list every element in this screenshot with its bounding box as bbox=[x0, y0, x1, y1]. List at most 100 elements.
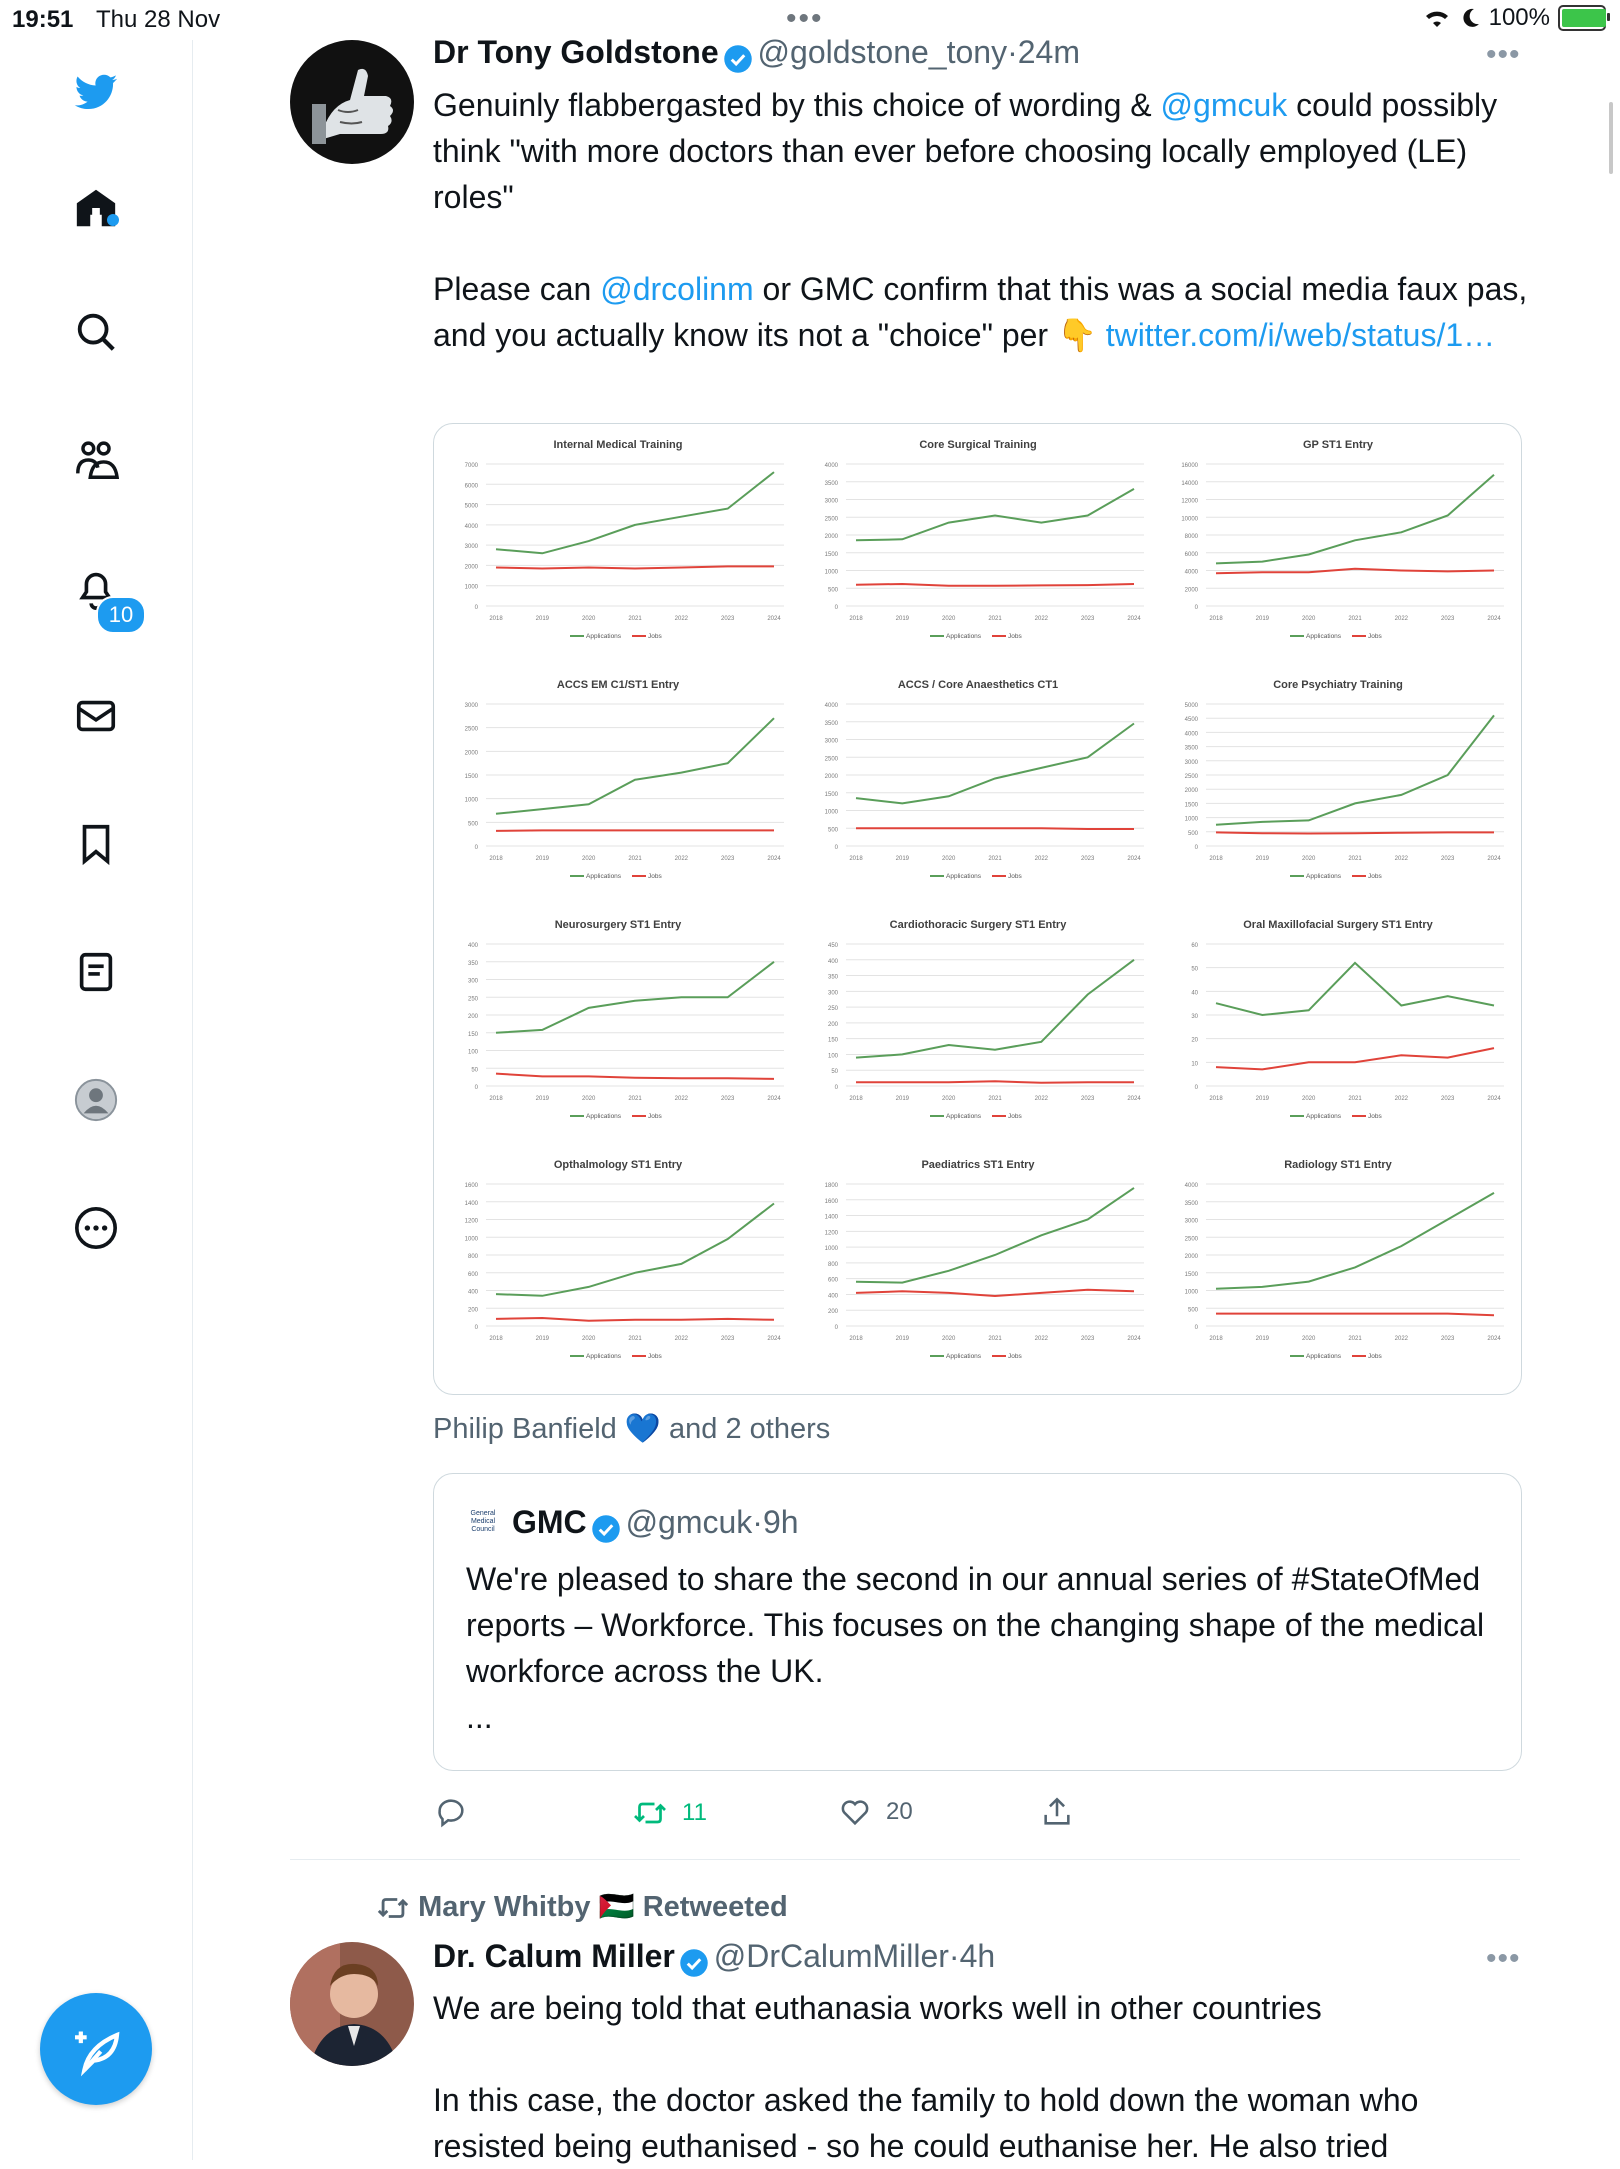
legend-label: Applications bbox=[1306, 873, 1342, 880]
chart-series-jobs bbox=[495, 1316, 775, 1322]
battery-percent: 100% bbox=[1488, 4, 1550, 31]
tweet2-author-handle[interactable]: @DrCalumMiller bbox=[714, 1938, 949, 1974]
tweet-link[interactable]: twitter.com/i/web/status/1… bbox=[1106, 317, 1495, 353]
chart-ytick-label: 200 bbox=[468, 1307, 479, 1313]
tweet-author-avatar[interactable] bbox=[290, 1942, 414, 2066]
chart-5: ACCS / Core Anaesthetics CT1 0 500 1000 1500… bbox=[825, 679, 1144, 880]
multitasking-dots-icon[interactable]: ••• bbox=[786, 2, 824, 36]
mention-drcolinm[interactable]: @drcolinm bbox=[600, 271, 753, 307]
chart-xtick-label: 2023 bbox=[1441, 856, 1455, 862]
chart-6: Core Psychiatry Training 0 500 1000 1500 2000… bbox=[1185, 679, 1504, 880]
chart-ytick-label: 3500 bbox=[825, 721, 839, 727]
chart-ytick-label: 3500 bbox=[825, 481, 839, 487]
messages-icon[interactable] bbox=[70, 690, 122, 742]
palestine-flag-emoji: 🇵🇸 bbox=[598, 1891, 635, 1923]
retweeter-name[interactable]: Mary Whitby bbox=[418, 1891, 590, 1923]
retweet-icon bbox=[377, 1898, 409, 1919]
quoted-tweet-header: GMC @gmcuk·9h bbox=[512, 1504, 799, 1544]
chart-xtick-label: 2023 bbox=[1441, 1096, 1455, 1102]
tweet-author-handle[interactable]: @goldstone_tony bbox=[758, 34, 1008, 70]
chart-xtick-label: 2022 bbox=[1395, 1096, 1409, 1102]
chart-ytick-label: 4000 bbox=[825, 463, 839, 469]
sidebar: 10 bbox=[0, 40, 193, 2160]
chart-ytick-label: 3500 bbox=[1185, 1201, 1199, 1207]
chart-ytick-label: 1400 bbox=[465, 1201, 479, 1207]
chart-xtick-label: 2019 bbox=[1256, 616, 1270, 622]
chart-xtick-label: 2023 bbox=[1441, 1336, 1455, 1342]
liked-by-others[interactable]: and 2 others bbox=[669, 1413, 830, 1445]
chart-xtick-label: 2021 bbox=[988, 616, 1002, 622]
chart-ytick-label: 150 bbox=[468, 1032, 479, 1038]
chart-ytick-label: 400 bbox=[468, 943, 479, 949]
chart-xtick-label: 2018 bbox=[489, 1336, 503, 1342]
chart-xtick-label: 2018 bbox=[1209, 1096, 1223, 1102]
twitter-logo-icon[interactable] bbox=[70, 66, 122, 118]
chart-xtick-label: 2023 bbox=[1441, 616, 1455, 622]
chart-ytick-label: 500 bbox=[828, 587, 839, 593]
tweet-author-name[interactable]: Dr Tony Goldstone bbox=[433, 34, 719, 70]
chart-xtick-label: 2024 bbox=[1127, 616, 1141, 622]
chart-ytick-label: 1000 bbox=[825, 570, 839, 576]
tweet-author-avatar[interactable] bbox=[290, 40, 414, 164]
chart-xtick-label: 2019 bbox=[896, 856, 910, 862]
chart-ytick-label: 0 bbox=[835, 605, 839, 611]
chart-2: Core Surgical Training 0 500 1000 1500 2000 25… bbox=[825, 439, 1144, 640]
scrollbar[interactable] bbox=[1609, 102, 1613, 174]
chart-ytick-label: 4000 bbox=[1185, 731, 1199, 737]
tweet2-author-name[interactable]: Dr. Calum Miller bbox=[433, 1938, 675, 1974]
chart-xtick-label: 2022 bbox=[1035, 856, 1049, 862]
tweet-timestamp[interactable]: 24m bbox=[1018, 34, 1080, 70]
legend-label: Applications bbox=[1306, 633, 1342, 640]
tweet2-timestamp[interactable]: 4h bbox=[960, 1938, 996, 1974]
chart-ytick-label: 2000 bbox=[1185, 587, 1199, 593]
chart-xtick-label: 2019 bbox=[1256, 1096, 1270, 1102]
chart-xtick-label: 2020 bbox=[1302, 616, 1316, 622]
retweeted-by-row[interactable]: Mary Whitby 🇵🇸 Retweeted bbox=[376, 1890, 788, 1925]
gmc-logo-line: General bbox=[470, 1510, 496, 1517]
chart-xtick-label: 2020 bbox=[942, 616, 956, 622]
chart-ytick-label: 5000 bbox=[465, 504, 479, 510]
like-button[interactable]: 20 bbox=[838, 1795, 913, 1829]
more-options-icon[interactable] bbox=[70, 1202, 122, 1254]
chart-ytick-label: 14000 bbox=[1181, 481, 1198, 487]
chart-ytick-label: 1000 bbox=[1185, 817, 1199, 823]
tweet-more-icon[interactable]: ••• bbox=[1486, 38, 1521, 72]
legend-label: Jobs bbox=[648, 873, 662, 880]
home-icon[interactable] bbox=[70, 182, 122, 234]
bookmarks-icon[interactable] bbox=[70, 818, 122, 870]
retweet-button[interactable]: 11 bbox=[632, 1795, 707, 1831]
chart-xtick-label: 2023 bbox=[721, 1096, 735, 1102]
chart-ytick-label: 0 bbox=[1195, 605, 1199, 611]
chart-ytick-label: 200 bbox=[828, 1022, 839, 1028]
chart-series-jobs bbox=[495, 829, 774, 832]
tweet-image-charts[interactable]: Internal Medical Training 0 1000 2000 3000 40… bbox=[433, 423, 1522, 1395]
chart-xtick-label: 2024 bbox=[1487, 616, 1501, 622]
liked-by-name[interactable]: Philip Banfield bbox=[433, 1413, 617, 1445]
chart-ytick-label: 4500 bbox=[1185, 717, 1199, 723]
communities-icon[interactable] bbox=[70, 434, 122, 486]
chart-xtick-label: 2022 bbox=[1035, 1336, 1049, 1342]
share-button[interactable] bbox=[1040, 1795, 1074, 1829]
chart-ytick-label: 0 bbox=[1195, 1085, 1199, 1091]
chart-ytick-label: 1000 bbox=[465, 798, 479, 804]
chart-xtick-label: 2021 bbox=[988, 856, 1002, 862]
chart-xtick-label: 2019 bbox=[1256, 856, 1270, 862]
liked-by-row[interactable]: Philip Banfield 💙 and 2 others bbox=[433, 1412, 830, 1446]
chart-xtick-label: 2020 bbox=[582, 1096, 596, 1102]
chart-ytick-label: 50 bbox=[1191, 967, 1198, 973]
tweet2-body: We are being told that euthanasia works … bbox=[433, 1985, 1528, 2169]
chart-ytick-label: 250 bbox=[468, 996, 479, 1002]
chart-title: Internal Medical Training bbox=[554, 439, 683, 451]
quoted-tweet[interactable]: General Medical Council GMC @gmcuk·9h We… bbox=[433, 1473, 1522, 1771]
compose-tweet-button[interactable] bbox=[40, 1993, 152, 2105]
lists-icon[interactable] bbox=[70, 946, 122, 998]
mention-gmcuk[interactable]: @gmcuk bbox=[1161, 87, 1288, 123]
chart-xtick-label: 2021 bbox=[628, 1336, 642, 1342]
chart-series-jobs bbox=[495, 565, 774, 570]
chart-xtick-label: 2018 bbox=[1209, 1336, 1223, 1342]
profile-avatar-icon[interactable] bbox=[70, 1074, 122, 1126]
search-icon[interactable] bbox=[70, 306, 122, 358]
chart-xtick-label: 2018 bbox=[849, 616, 863, 622]
reply-button[interactable] bbox=[434, 1795, 468, 1829]
tweet-more-icon[interactable]: ••• bbox=[1486, 1942, 1521, 1976]
